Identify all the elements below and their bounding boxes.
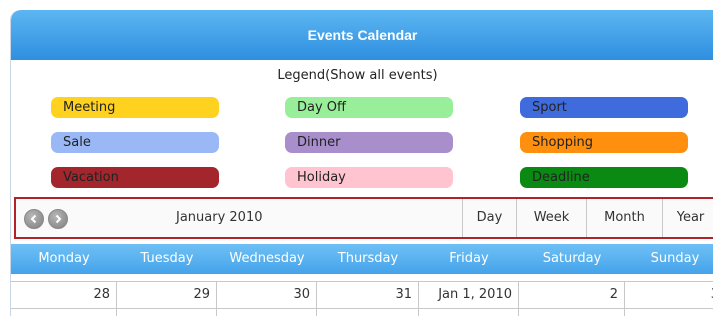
view-year-button[interactable]: Year [662, 199, 713, 237]
next-month-button[interactable] [48, 209, 68, 229]
legend-item-label: Sale [63, 135, 91, 150]
calendar-title-text: Events Calendar [307, 27, 418, 43]
weekday-label: Wednesday [229, 251, 305, 266]
weekday-label: Tuesday [140, 251, 194, 266]
legend-item-label: Deadline [532, 170, 590, 185]
calendar-toolbar: January 2010 Day Week Month Year [14, 197, 713, 239]
view-week-button[interactable]: Week [516, 199, 586, 237]
weekday-header: Monday Tuesday Wednesday Thursday Friday… [11, 244, 713, 274]
grid-divider [116, 309, 117, 316]
grid-divider [624, 309, 625, 316]
calendar-widget: Events Calendar Legend(Show all events) … [10, 10, 713, 316]
legend-item-meeting[interactable]: Meeting [51, 97, 219, 118]
calendar-title: Events Calendar [11, 10, 713, 60]
day-cell[interactable]: 28 [11, 282, 117, 308]
grid-divider [216, 309, 217, 316]
chevron-left-icon [30, 214, 37, 224]
legend-title[interactable]: Legend(Show all events) [11, 68, 713, 83]
legend-item-dinner[interactable]: Dinner [285, 132, 453, 153]
day-cell[interactable]: Jan 1, 2010 [419, 282, 519, 308]
legend-item-label: Holiday [297, 170, 346, 185]
view-month-button[interactable]: Month [586, 199, 662, 237]
legend-item-shopping[interactable]: Shopping [520, 132, 688, 153]
weekday-label: Saturday [542, 251, 602, 266]
legend-item-label: Meeting [63, 100, 116, 115]
weekday-label: Sunday [650, 251, 700, 266]
prev-month-button[interactable] [24, 209, 44, 229]
legend-item-label: Dinner [297, 135, 341, 150]
legend-item-holiday[interactable]: Holiday [285, 167, 453, 188]
legend-item-label: Shopping [532, 135, 594, 150]
week-row-events [11, 309, 713, 316]
weekday-label: Friday [449, 251, 489, 266]
legend-item-label: Sport [532, 100, 567, 115]
legend-item-label: Day Off [297, 100, 346, 115]
weekday-label: Thursday [337, 251, 399, 266]
day-cell[interactable]: 29 [117, 282, 217, 308]
day-cell[interactable]: 2 [519, 282, 625, 308]
day-cell[interactable]: 31 [317, 282, 419, 308]
legend-item-vacation[interactable]: Vacation [51, 167, 219, 188]
grid-divider [418, 309, 419, 316]
week-row: 28 29 30 31 Jan 1, 2010 2 3 [11, 281, 713, 309]
legend-item-sale[interactable]: Sale [51, 132, 219, 153]
grid-divider [316, 309, 317, 316]
day-cell[interactable]: 30 [217, 282, 317, 308]
legend-item-label: Vacation [63, 170, 119, 185]
day-cell[interactable]: 3 [625, 282, 713, 308]
view-day-button[interactable]: Day [462, 199, 516, 237]
current-month-label: January 2010 [176, 210, 263, 225]
weekday-label: Monday [38, 251, 90, 266]
legend-item-sport[interactable]: Sport [520, 97, 688, 118]
chevron-right-icon [55, 214, 62, 224]
legend-item-day-off[interactable]: Day Off [285, 97, 453, 118]
legend-item-deadline[interactable]: Deadline [520, 167, 688, 188]
grid-divider [518, 309, 519, 316]
